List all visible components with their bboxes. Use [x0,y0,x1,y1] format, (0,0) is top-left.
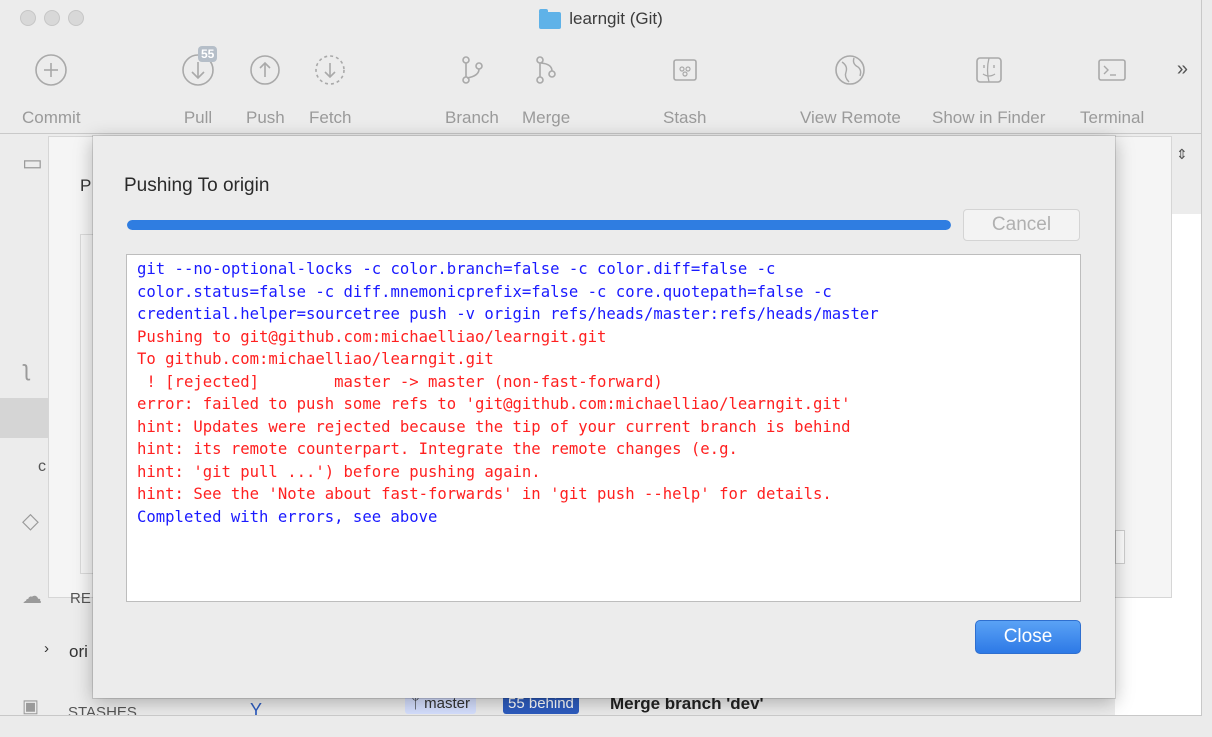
sidebar-glyph-icon: c [38,458,46,475]
sidebar-origin-label[interactable]: ori [69,642,88,662]
pull-label: Pull [183,108,213,127]
close-button[interactable]: Close [975,620,1081,654]
toolbar: Commit 55 Pull Push Fetch Branch Merge S… [0,40,1201,134]
terminal-icon [1098,59,1126,81]
branch-icon [462,56,483,84]
log-line: credential.helper=sourcetree push -v ori… [137,305,879,323]
dialog-title: Pushing To origin [124,175,270,196]
bottom-strip [0,716,1212,737]
sourcetree-window: learngit (Git) Commit 55 Pull Push Fetch… [0,0,1202,716]
push-progress-fill [127,220,951,230]
stash-label: Stash [663,108,707,127]
window-title: learngit (Git) [0,8,1201,29]
folder-icon [539,8,562,29]
background-sheet-title: P [80,176,92,195]
commit-graph-node-icon: Y [250,700,263,716]
fetch-down-arrow-icon [315,55,346,85]
sidebar-stashes-label: STASHES [68,704,137,716]
updown-chevron-icon[interactable]: ⇕ [1176,146,1188,163]
view-remote-button[interactable]: View Remote [800,52,901,128]
log-line: git --no-optional-locks -c color.branch=… [137,260,776,278]
push-button[interactable]: Push [246,52,285,128]
log-line: error: failed to push some refs to 'git@… [137,395,851,413]
title-bar: learngit (Git) [0,0,1201,40]
log-line: Completed with errors, see above [137,507,438,526]
globe-icon [835,55,866,85]
pull-button[interactable]: 55 Pull [180,46,218,128]
merge-button[interactable]: Merge [522,52,570,128]
log-line: hint: Updates were rejected because the … [137,417,851,436]
stash-icon [672,59,697,81]
sidebar-selected-row[interactable] [0,398,48,438]
terminal-button[interactable]: Terminal [1080,52,1144,128]
plus-circle-icon [35,54,68,86]
commit-button[interactable]: Commit [22,52,81,128]
show-in-finder-label: Show in Finder [932,108,1046,127]
log-line: hint: See the 'Note about fast-forwards'… [137,485,832,503]
sidebar-remotes-label: RE [70,590,91,607]
cloud-icon: ☁ [22,586,42,608]
computer-icon: ▭ [22,150,43,175]
merge-label: Merge [522,108,571,127]
push-progress-bar [127,220,951,230]
push-progress-dialog: Pushing To origin Cancel git --no-option… [93,136,1115,698]
tag-icon: ◇ [22,508,39,533]
sidebar-disclosure-icon[interactable]: › [44,640,49,657]
pull-count-badge: 55 [198,46,218,62]
log-line: hint: 'git pull ...') before pushing aga… [137,462,541,481]
push-output-log[interactable]: git --no-optional-locks -c color.branch=… [126,254,1081,602]
log-line: To github.com:michaelliao/learngit.git [137,350,494,368]
push-up-arrow-icon [250,55,281,85]
fetch-label: Fetch [309,108,352,127]
merge-icon [536,56,556,84]
background-field-edge [1115,530,1125,564]
app-root: learngit (Git) Commit 55 Pull Push Fetch… [0,0,1212,737]
show-in-finder-button[interactable]: Show in Finder [932,52,1045,128]
commit-label: Commit [22,108,81,127]
log-line: hint: its remote counterpart. Integrate … [137,440,738,458]
toolbar-overflow-button[interactable]: » [1177,58,1188,81]
cancel-button[interactable]: Cancel [963,209,1080,241]
stashes-icon: ▣ [22,696,40,716]
log-line: Pushing to git@github.com:michaelliao/le… [137,327,607,346]
log-line: ! [rejected] master -> master (non-fast-… [137,372,663,391]
stash-button[interactable]: Stash [663,52,706,128]
branch-button[interactable]: Branch [445,52,499,128]
window-title-text: learngit (Git) [569,9,663,28]
finder-icon [975,57,1002,83]
sidebar-branch-icon: ʅ [24,356,29,381]
view-remote-label: View Remote [800,108,901,127]
log-line: color.status=false -c diff.mnemonicprefi… [137,282,832,301]
branch-label: Branch [445,108,499,127]
push-label: Push [246,108,285,127]
fetch-button[interactable]: Fetch [309,52,352,128]
terminal-label: Terminal [1080,108,1145,127]
